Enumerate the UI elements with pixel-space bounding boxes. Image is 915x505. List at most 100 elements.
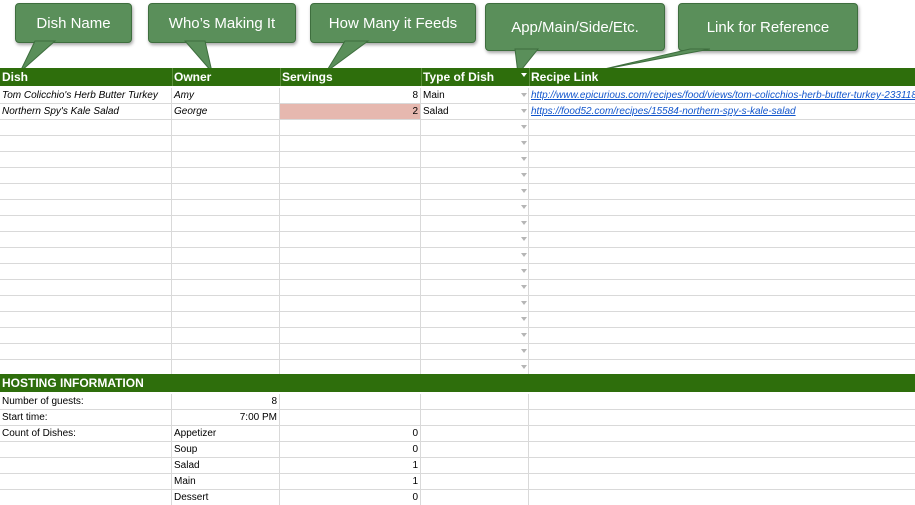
guests-label[interactable]: Number of guests: [0,394,172,409]
empty-cell[interactable] [0,360,172,375]
empty-cell[interactable] [0,184,172,199]
empty-cell[interactable] [0,232,172,247]
empty-cell[interactable] [172,248,280,263]
empty-cell[interactable] [529,232,915,247]
empty-cell[interactable] [280,216,421,231]
empty-cell[interactable] [421,442,529,457]
empty-cell[interactable] [0,264,172,279]
empty-cell[interactable] [172,168,280,183]
count-label[interactable]: Count of Dishes: [0,426,172,441]
count-value[interactable]: 1 [280,458,421,473]
chevron-down-icon[interactable] [521,93,527,97]
empty-cell[interactable] [280,120,421,135]
cell-recipe-link[interactable]: http://www.epicurious.com/recipes/food/v… [529,88,915,103]
empty-cell[interactable] [529,264,915,279]
header-dish[interactable]: Dish [0,68,172,86]
empty-cell[interactable] [529,248,915,263]
chevron-down-icon[interactable] [521,301,527,305]
empty-cell[interactable] [0,152,172,167]
empty-cell[interactable] [529,152,915,167]
cell-owner[interactable]: Amy [172,88,280,103]
start-value[interactable]: 7:00 PM [172,410,280,425]
chevron-down-icon[interactable] [521,237,527,241]
empty-cell[interactable] [172,312,280,327]
empty-cell[interactable] [529,296,915,311]
empty-cell[interactable] [421,490,529,505]
guests-value[interactable]: 8 [172,394,280,409]
count-value[interactable]: 0 [280,426,421,441]
empty-cell[interactable] [421,344,529,359]
cell-dish[interactable]: Tom Colicchio's Herb Butter Turkey [0,88,172,103]
empty-cell[interactable] [280,410,421,425]
empty-cell[interactable] [421,152,529,167]
empty-cell[interactable] [421,360,529,375]
empty-cell[interactable] [172,200,280,215]
empty-cell[interactable] [0,216,172,231]
empty-cell[interactable] [421,136,529,151]
header-servings[interactable]: Servings [280,68,421,86]
empty-cell[interactable] [172,120,280,135]
empty-cell[interactable] [280,394,421,409]
chevron-down-icon[interactable] [521,365,527,369]
chevron-down-icon[interactable] [521,125,527,129]
empty-cell[interactable] [421,328,529,343]
chevron-down-icon[interactable] [521,73,527,77]
empty-cell[interactable] [529,216,915,231]
empty-cell[interactable] [0,280,172,295]
empty-cell[interactable] [280,312,421,327]
count-type[interactable]: Dessert [172,490,280,505]
empty-cell[interactable] [280,328,421,343]
chevron-down-icon[interactable] [521,253,527,257]
cell-type[interactable]: Main [421,88,529,103]
empty-cell[interactable] [421,458,529,473]
empty-cell[interactable] [421,426,529,441]
chevron-down-icon[interactable] [521,285,527,289]
chevron-down-icon[interactable] [521,349,527,353]
cell-owner[interactable]: George [172,104,280,119]
empty-cell[interactable] [529,280,915,295]
empty-cell[interactable] [280,200,421,215]
cell-dish[interactable]: Northern Spy's Kale Salad [0,104,172,119]
empty-cell[interactable] [421,248,529,263]
empty-cell[interactable] [172,280,280,295]
empty-cell[interactable] [421,474,529,489]
empty-cell[interactable] [280,344,421,359]
empty-cell[interactable] [529,312,915,327]
empty-cell[interactable] [529,360,915,375]
count-type[interactable]: Soup [172,442,280,457]
empty-cell[interactable] [280,360,421,375]
count-value[interactable]: 0 [280,490,421,505]
empty-cell[interactable] [529,120,915,135]
header-owner[interactable]: Owner [172,68,280,86]
empty-cell[interactable] [280,232,421,247]
empty-cell[interactable] [529,328,915,343]
header-recipe-link[interactable]: Recipe Link [529,68,915,86]
empty-cell[interactable] [0,168,172,183]
empty-cell[interactable] [421,312,529,327]
chevron-down-icon[interactable] [521,221,527,225]
chevron-down-icon[interactable] [521,205,527,209]
empty-cell[interactable] [421,216,529,231]
empty-cell[interactable] [421,410,529,425]
empty-cell[interactable] [0,442,172,457]
empty-cell[interactable] [529,136,915,151]
empty-cell[interactable] [0,136,172,151]
chevron-down-icon[interactable] [521,157,527,161]
chevron-down-icon[interactable] [521,173,527,177]
empty-cell[interactable] [0,328,172,343]
empty-cell[interactable] [172,152,280,167]
empty-cell[interactable] [421,184,529,199]
count-type[interactable]: Appetizer [172,426,280,441]
empty-cell[interactable] [421,120,529,135]
empty-cell[interactable] [421,296,529,311]
chevron-down-icon[interactable] [521,269,527,273]
chevron-down-icon[interactable] [521,141,527,145]
empty-cell[interactable] [172,136,280,151]
empty-cell[interactable] [172,360,280,375]
chevron-down-icon[interactable] [521,317,527,321]
empty-cell[interactable] [421,232,529,247]
empty-cell[interactable] [172,344,280,359]
empty-cell[interactable] [0,490,172,505]
empty-cell[interactable] [172,232,280,247]
empty-cell[interactable] [280,296,421,311]
